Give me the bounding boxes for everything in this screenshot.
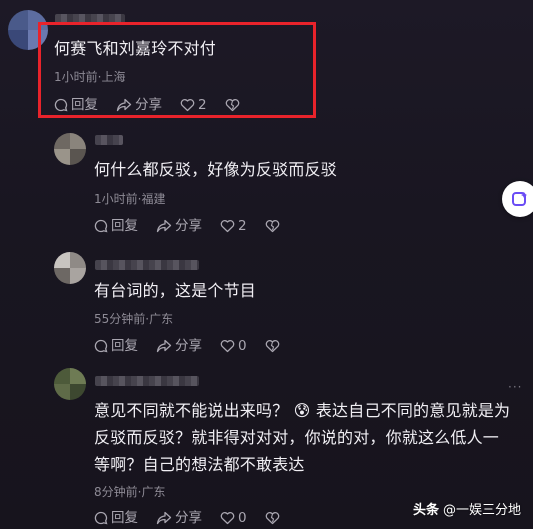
dislike-button[interactable] — [265, 219, 283, 233]
like-count: 0 — [238, 510, 247, 526]
watermark: 头条 @一娱三分地 — [413, 499, 521, 518]
like-button[interactable]: 0 — [220, 510, 247, 526]
heart-icon — [220, 340, 235, 353]
avatar[interactable] — [54, 252, 86, 284]
dislike-button[interactable] — [265, 511, 283, 525]
share-label: 分享 — [175, 338, 202, 354]
comment-meta: 1小时前·福建 — [94, 192, 166, 206]
comment-2: 何什么都反驳，好像为反驳而反驳 1小时前·福建 回复 分享 2 — [0, 125, 533, 240]
comment-meta: 55分钟前·广东 — [94, 312, 174, 326]
share-arrow-icon — [156, 219, 172, 233]
like-button[interactable]: 0 — [220, 338, 247, 354]
share-label: 分享 — [175, 510, 202, 526]
comment-bubble-icon — [94, 339, 108, 353]
comment-actions: 回复 分享 0 — [94, 338, 301, 354]
ai-assistant-button[interactable] — [502, 181, 533, 217]
watermark-brand: 头条 — [412, 503, 439, 518]
share-button[interactable]: 分享 — [156, 338, 202, 354]
comment-actions: 回复 分享 0 — [94, 510, 301, 526]
share-button[interactable]: 分享 — [156, 218, 202, 234]
username-blurred[interactable] — [95, 135, 123, 145]
like-count: 2 — [238, 218, 247, 234]
comment-text-line-2: 反驳而反驳？就非得对对对，你说的对，你就这么低人一 — [94, 428, 500, 447]
reply-button[interactable]: 回复 — [94, 218, 138, 234]
comment-3: 有台词的，这是个节目 55分钟前·广东 回复 分享 0 — [0, 240, 533, 360]
ai-assistant-icon — [512, 192, 527, 206]
share-label: 分享 — [175, 218, 202, 234]
heart-icon — [220, 220, 235, 233]
comment-text: 何什么都反驳，好像为反驳而反驳 — [94, 160, 338, 179]
comment-bubble-icon — [94, 511, 108, 525]
reply-label: 回复 — [111, 338, 138, 354]
comment-text: 有台词的，这是个节目 — [94, 281, 257, 300]
username-blurred[interactable] — [95, 376, 199, 386]
reply-button[interactable]: 回复 — [94, 338, 138, 354]
reply-label: 回复 — [111, 510, 138, 526]
comment-bubble-icon — [94, 219, 108, 233]
reply-label: 回复 — [111, 218, 138, 234]
comment-text-line-3: 等啊？自己的想法都不敢表达 — [94, 455, 305, 474]
avatar[interactable] — [54, 133, 86, 165]
dislike-button[interactable] — [265, 339, 283, 353]
like-count: 0 — [238, 338, 247, 354]
comment-text-line-1: 意见不同就不能说出来吗？ 😰 表达自己不同的意见就是为 — [94, 401, 511, 420]
share-button[interactable]: 分享 — [156, 510, 202, 526]
avatar[interactable] — [54, 368, 86, 400]
watermark-account: @一娱三分地 — [442, 503, 521, 518]
more-options-button[interactable]: ··· — [508, 380, 522, 394]
dislike-heart-icon — [265, 220, 279, 233]
share-arrow-icon — [156, 511, 172, 525]
dislike-heart-icon — [265, 512, 279, 525]
dislike-heart-icon — [265, 340, 279, 353]
comment-screen: 何赛飞和刘嘉玲不对付 1小时前·上海 回复 分享 2 何什么都反驳，好像为反驳而… — [0, 0, 533, 529]
username-blurred[interactable] — [95, 260, 199, 270]
like-button[interactable]: 2 — [220, 218, 247, 234]
comment-actions: 回复 分享 2 — [94, 218, 301, 234]
heart-icon — [220, 512, 235, 525]
highlight-frame — [38, 22, 316, 118]
reply-button[interactable]: 回复 — [94, 510, 138, 526]
share-arrow-icon — [156, 339, 172, 353]
comment-meta: 8分钟前·广东 — [94, 485, 166, 499]
